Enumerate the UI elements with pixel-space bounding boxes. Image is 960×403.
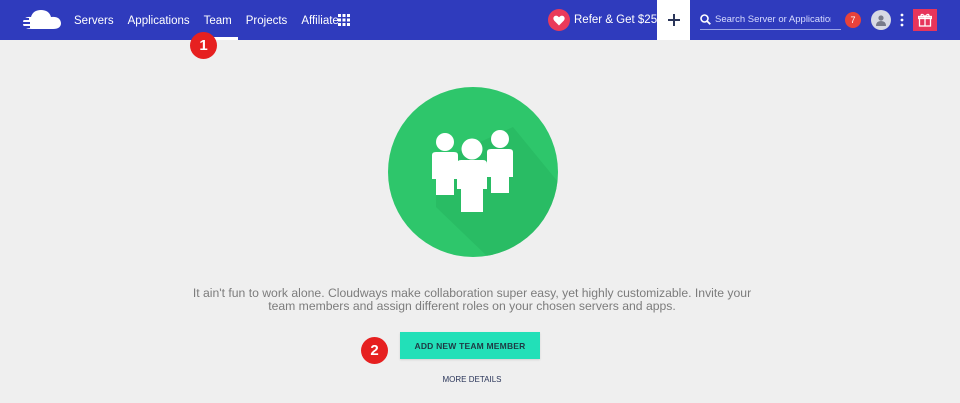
refer-label: Refer & Get $25 [574, 14, 658, 26]
add-new-team-member-button[interactable]: ADD NEW TEAM MEMBER [400, 332, 540, 359]
search-box [700, 10, 841, 30]
refer-link[interactable]: Refer & Get $25 [548, 9, 657, 31]
description-line-1: It ain't fun to work alone. Cloudways ma… [192, 286, 752, 300]
team-description: It ain't fun to work alone. Cloudways ma… [190, 287, 754, 312]
gift-icon [918, 13, 932, 27]
search-input[interactable] [711, 10, 831, 29]
search-icon [700, 14, 711, 25]
step-marker-1: 1 [190, 32, 217, 59]
kebab-icon[interactable] [898, 12, 906, 28]
team-illustration [388, 87, 558, 257]
more-details-link[interactable]: MORE DETAILS [420, 375, 524, 384]
step-marker-2: 2 [361, 337, 388, 364]
nav-applications[interactable]: Applications [128, 0, 190, 40]
grid-icon[interactable] [338, 14, 350, 26]
description-line-2: team members and assign different roles … [268, 298, 676, 313]
nav-servers[interactable]: Servers [74, 0, 114, 40]
user-icon [876, 15, 886, 26]
notification-badge[interactable]: 7 [845, 12, 861, 28]
nav-projects[interactable]: Projects [246, 0, 288, 40]
avatar[interactable] [871, 10, 891, 30]
cloud-logo-icon[interactable] [18, 7, 64, 33]
nav-affiliate[interactable]: Affiliate [301, 0, 339, 40]
team-members-icon [432, 127, 558, 257]
plus-icon [667, 14, 680, 26]
top-navigation-bar: Servers Applications Team Projects Affil… [0, 0, 960, 40]
heart-icon [548, 9, 570, 31]
add-button[interactable] [657, 0, 690, 40]
gift-button[interactable] [913, 9, 937, 31]
